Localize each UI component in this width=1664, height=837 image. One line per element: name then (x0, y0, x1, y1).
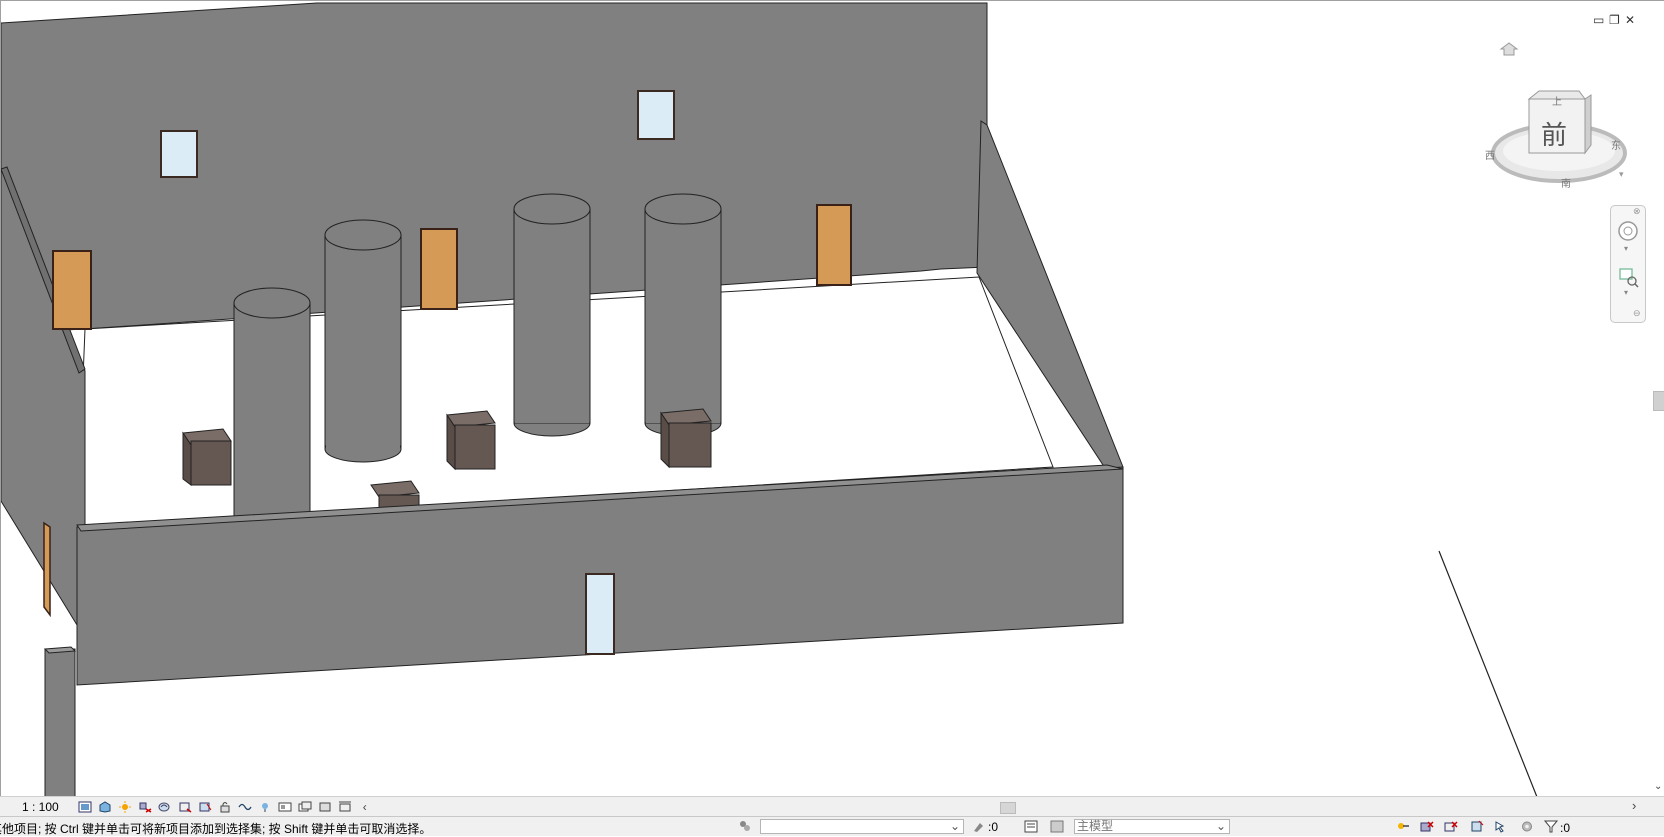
restore-icon[interactable]: ❐ (1609, 13, 1620, 27)
select-pinned-icon[interactable] (1444, 820, 1458, 833)
filter-count: :0 (1560, 821, 1571, 835)
section-line[interactable] (1438, 550, 1538, 796)
door[interactable] (52, 250, 92, 330)
model-scene[interactable] (1, 1, 1664, 796)
door[interactable] (420, 228, 458, 310)
navbar-options-icon[interactable]: ⊖ (1633, 308, 1641, 319)
visual-style-icon[interactable] (98, 801, 112, 813)
vertical-scrollbar[interactable]: ⌄ (1651, 1, 1664, 796)
workset-count: :0 (988, 820, 999, 834)
window[interactable] (585, 573, 615, 655)
column[interactable] (233, 287, 311, 522)
show-crop-icon[interactable] (198, 801, 212, 813)
render-icon[interactable] (158, 801, 172, 813)
design-option-value: 主模型 (1077, 819, 1114, 833)
steering-wheel-icon[interactable] (1617, 220, 1639, 242)
zoom-dropdown-icon[interactable]: ▾ (1624, 288, 1628, 297)
design-option-dropdown[interactable]: 主模型 ⌄ (1074, 819, 1230, 834)
wall-stub[interactable] (44, 648, 76, 796)
box[interactable] (446, 410, 496, 471)
show-analytical-icon[interactable] (298, 801, 312, 813)
scroll-right-icon[interactable]: › (1632, 798, 1636, 813)
viewcube-top-label[interactable]: 上 (1552, 93, 1562, 108)
exclude-options-icon[interactable] (1050, 820, 1064, 833)
viewcube-menu-icon[interactable]: ▾ (1619, 169, 1624, 180)
background-processes-icon[interactable] (1520, 820, 1534, 833)
door[interactable] (816, 204, 852, 286)
select-links-icon[interactable] (1396, 820, 1410, 833)
reveal-constraints-icon[interactable] (338, 801, 352, 813)
temporary-properties-icon[interactable] (278, 801, 292, 813)
compass-west-label[interactable]: 西 (1485, 147, 1495, 162)
sun-path-icon[interactable] (118, 801, 132, 813)
reveal-hidden-icon[interactable] (258, 801, 272, 813)
close-icon[interactable]: ✕ (1625, 13, 1635, 27)
column[interactable] (513, 193, 591, 437)
scroll-down-icon[interactable]: ⌄ (1654, 781, 1662, 792)
shadows-icon[interactable] (138, 801, 152, 813)
home-icon[interactable] (1499, 42, 1519, 56)
viewcube[interactable]: 前 上 西 东 南 ▾ (1481, 37, 1631, 197)
workset-dropdown[interactable]: ⌄ (760, 819, 964, 834)
window[interactable] (160, 130, 198, 178)
workset-dropdown-arrow: ⌄ (949, 819, 960, 833)
unlock-3d-icon[interactable] (218, 801, 232, 813)
workset-icon[interactable] (738, 820, 752, 833)
hide-isolate-icon[interactable] (238, 801, 252, 813)
compass-east-label[interactable]: 东 (1611, 137, 1621, 152)
filter-icon[interactable] (1544, 820, 1558, 833)
horizontal-scroll-thumb[interactable] (1000, 802, 1016, 814)
select-by-face-icon[interactable] (1470, 820, 1484, 833)
detail-level-icon[interactable] (78, 801, 92, 813)
window[interactable] (637, 90, 675, 140)
column[interactable] (644, 193, 722, 437)
navbar-close-icon[interactable]: ⊗ (1633, 206, 1641, 217)
view-control-bar: 1 : 100 ‹ › (0, 796, 1664, 816)
steering-dropdown-icon[interactable]: ▾ (1624, 244, 1628, 253)
box[interactable] (660, 408, 712, 469)
status-message: 其他项目; 按 Ctrl 键并单击可将新项目添加到选择集; 按 Shift 键并… (0, 822, 432, 836)
design-option-dropdown-arrow: ⌄ (1215, 819, 1226, 833)
crop-icon[interactable] (178, 801, 192, 813)
zoom-icon[interactable] (1617, 266, 1639, 288)
scrollbar-thumb[interactable] (1653, 391, 1664, 411)
editable-only-icon[interactable] (972, 820, 986, 833)
highlight-displacement-icon[interactable] (318, 801, 332, 813)
viewcube-face-label[interactable]: 前 (1541, 115, 1567, 152)
column[interactable] (324, 219, 402, 463)
scale-label[interactable]: 1 : 100 (22, 800, 59, 814)
3d-viewport[interactable]: ▭ ❐ ✕ 前 上 西 东 南 ▾ ⊗ ▾ ▾ ⊖ ⌄ (0, 0, 1664, 796)
door[interactable] (43, 521, 51, 618)
scroll-left-icon[interactable]: ‹ (363, 800, 367, 814)
status-bar: 其他项目; 按 Ctrl 键并单击可将新项目添加到选择集; 按 Shift 键并… (0, 816, 1664, 836)
navigation-bar[interactable]: ⊗ ▾ ▾ ⊖ (1610, 205, 1646, 323)
select-underlay-icon[interactable] (1420, 820, 1434, 833)
drag-elements-icon[interactable] (1494, 820, 1508, 833)
minimize-icon[interactable]: ▭ (1593, 13, 1604, 27)
design-options-icon[interactable] (1024, 820, 1038, 833)
compass-south-label[interactable]: 南 (1561, 175, 1571, 190)
box[interactable] (182, 428, 232, 486)
